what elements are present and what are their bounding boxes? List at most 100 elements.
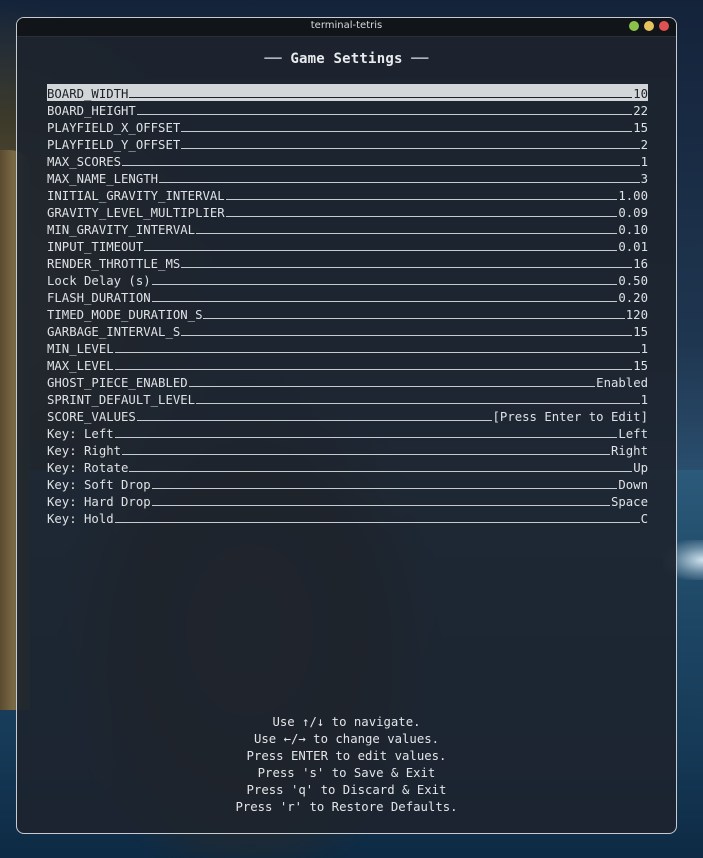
setting-leader-line [129,97,633,98]
setting-row[interactable]: MAX_SCORES 1 [47,152,648,169]
setting-row[interactable]: MAX_LEVEL 15 [47,356,648,373]
setting-row[interactable]: SCORE_VALUES [Press Enter to Edit] [47,407,648,424]
setting-row[interactable]: Key: Hard Drop Space [47,492,648,509]
setting-label: Lock Delay (s) [47,274,151,288]
setting-label: FLASH_DURATION [47,291,151,305]
help-line: Use ←/→ to change values. [253,732,440,746]
setting-leader-line [136,420,492,421]
setting-leader-line [122,165,640,166]
setting-row[interactable]: MAX_NAME_LENGTH 3 [47,169,648,186]
setting-row[interactable]: Key: Rotate Up [47,458,648,475]
setting-value: 0.01 [618,240,648,254]
minimize-button[interactable] [644,21,654,31]
setting-leader-line [151,284,618,285]
setting-label: INPUT_TIMEOUT [47,240,144,254]
setting-label: MIN_LEVEL [47,342,114,356]
setting-label: Key: Hold [47,512,114,526]
setting-leader-line [203,318,625,319]
setting-value: 15 [633,359,648,373]
maximize-button[interactable] [629,21,639,31]
setting-value: 15 [633,325,648,339]
setting-value: Enabled [596,376,648,390]
setting-row[interactable]: PLAYFIELD_Y_OFFSET 2 [47,135,648,152]
setting-leader-line [144,250,618,251]
help-line: Press 'r' to Restore Defaults. [235,800,458,814]
setting-leader-line [188,386,596,387]
setting-label: INITIAL_GRAVITY_INTERVAL [47,189,225,203]
setting-leader-line [129,471,633,472]
setting-leader-line [151,301,618,302]
setting-leader-line [114,437,618,438]
window-title: terminal-tetris [310,20,383,31]
setting-row[interactable]: FLASH_DURATION 0.20 [47,288,648,305]
setting-label: MIN_GRAVITY_INTERVAL [47,223,196,237]
setting-label: SPRINT_DEFAULT_LEVEL [47,393,196,407]
setting-row[interactable]: BOARD_HEIGHT 22 [47,101,648,118]
setting-leader-line [225,199,618,200]
setting-value: 0.20 [618,291,648,305]
setting-value: 0.09 [618,206,648,220]
setting-leader-line [122,454,610,455]
settings-list: BOARD_WIDTH 10 BOARD_HEIGHT 22 PLAYFIELD_X_O… [47,84,648,526]
setting-label: MAX_LEVEL [47,359,114,373]
setting-value: 2 [640,138,648,152]
setting-value: C [640,512,648,526]
setting-value: 1 [640,342,648,356]
setting-label: Key: Left [47,427,114,441]
setting-label: BOARD_WIDTH [47,87,129,101]
setting-value: Space [610,495,648,509]
setting-value: 3 [640,172,648,186]
setting-value: [Press Enter to Edit] [492,410,648,424]
setting-leader-line [114,369,633,370]
setting-row[interactable]: GARBAGE_INTERVAL_S 15 [47,322,648,339]
setting-value: 15 [633,121,648,135]
setting-row[interactable]: INPUT_TIMEOUT 0.01 [47,237,648,254]
setting-label: MAX_SCORES [47,155,122,169]
setting-row[interactable]: TIMED_MODE_DURATION_S 120 [47,305,648,322]
setting-value: 22 [633,104,648,118]
setting-leader-line [159,182,640,183]
setting-value: Up [633,461,648,475]
setting-label: BOARD_HEIGHT [47,104,136,118]
setting-value: 0.50 [618,274,648,288]
setting-row[interactable]: Key: Right Right [47,441,648,458]
setting-row[interactable]: INITIAL_GRAVITY_INTERVAL 1.00 [47,186,648,203]
setting-row[interactable]: Key: Left Left [47,424,648,441]
setting-row[interactable]: PLAYFIELD_X_OFFSET 15 [47,118,648,135]
setting-value: 1.00 [618,189,648,203]
setting-label: GRAVITY_LEVEL_MULTIPLIER [47,206,225,220]
setting-leader-line [151,488,618,489]
help-line: Use ↑/↓ to navigate. [272,715,421,729]
setting-row[interactable]: Lock Delay (s) 0.50 [47,271,648,288]
setting-row[interactable]: BOARD_WIDTH 10 [47,84,648,101]
setting-label: RENDER_THROTTLE_MS [47,257,181,271]
setting-row[interactable]: GRAVITY_LEVEL_MULTIPLIER 0.09 [47,203,648,220]
terminal-window: terminal-tetris ── Game Settings ── BOAR… [16,17,677,834]
setting-label: Key: Rotate [47,461,129,475]
close-button[interactable] [659,21,669,31]
setting-label: PLAYFIELD_X_OFFSET [47,121,181,135]
setting-row[interactable]: SPRINT_DEFAULT_LEVEL 1 [47,390,648,407]
setting-value: 16 [633,257,648,271]
setting-label: TIMED_MODE_DURATION_S [47,308,203,322]
setting-label: MAX_NAME_LENGTH [47,172,159,186]
setting-value: Left [618,427,648,441]
setting-label: GARBAGE_INTERVAL_S [47,325,181,339]
window-titlebar[interactable]: terminal-tetris [17,18,676,37]
setting-leader-line [136,114,633,115]
setting-row[interactable]: Key: Hold C [47,509,648,526]
setting-value: Right [610,444,648,458]
setting-row[interactable]: GHOST_PIECE_ENABLED Enabled [47,373,648,390]
setting-leader-line [181,148,640,149]
setting-row[interactable]: MIN_LEVEL 1 [47,339,648,356]
setting-row[interactable]: Key: Soft Drop Down [47,475,648,492]
setting-row[interactable]: RENDER_THROTTLE_MS 16 [47,254,648,271]
setting-row[interactable]: MIN_GRAVITY_INTERVAL 0.10 [47,220,648,237]
help-line: Press ENTER to edit values. [246,749,447,763]
setting-label: GHOST_PIECE_ENABLED [47,376,188,390]
setting-value: 0.10 [618,223,648,237]
setting-leader-line [196,403,640,404]
setting-label: Key: Soft Drop [47,478,151,492]
setting-leader-line [181,267,633,268]
setting-leader-line [181,131,633,132]
